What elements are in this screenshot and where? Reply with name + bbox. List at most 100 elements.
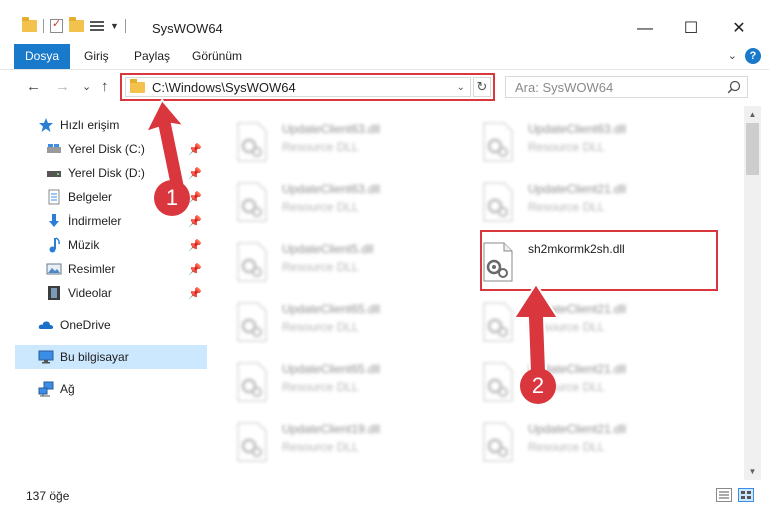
sidebar-item-this-pc[interactable]: Bu bilgisayar <box>15 345 207 369</box>
address-history-chevron-icon[interactable]: ⌄ <box>457 82 465 93</box>
tab-share[interactable]: Paylaş <box>122 44 182 69</box>
sidebar-item-label: Yerel Disk (D:) <box>68 166 145 180</box>
properties-icon[interactable] <box>50 17 63 33</box>
ribbon-expand-chevron-icon[interactable]: ⌄ <box>728 49 737 62</box>
dll-file-icon <box>483 362 513 402</box>
large-icons-view-icon[interactable] <box>738 488 754 502</box>
vertical-scrollbar[interactable]: ▲ ▼ <box>744 106 761 480</box>
forward-button[interactable]: → <box>55 78 70 95</box>
tab-view[interactable]: Görünüm <box>180 44 254 69</box>
toolbar-divider <box>124 19 126 33</box>
file-item[interactable]: UpdateClient63.dll Resource DLL <box>456 112 692 168</box>
dll-file-icon <box>483 302 513 342</box>
step-1-marker: 1 <box>154 180 190 216</box>
file-item[interactable]: UpdateClient21.dll Resource DLL <box>456 292 692 348</box>
file-type: Resource DLL <box>528 440 605 454</box>
downloads-icon <box>49 214 59 227</box>
drive-icon <box>47 144 61 153</box>
dll-file-icon <box>483 122 513 162</box>
sidebar-item-label: Belgeler <box>68 190 113 204</box>
search-placeholder: Ara: SysWOW64 <box>515 80 614 95</box>
recent-locations-chevron-icon[interactable]: ⌄ <box>82 80 91 93</box>
tab-file[interactable]: Dosya <box>14 44 70 69</box>
scroll-up-icon[interactable]: ▲ <box>744 106 761 123</box>
file-type: Resource DLL <box>282 320 359 334</box>
file-item[interactable]: UpdateClient19.dll Resource DLL <box>210 412 446 468</box>
sidebar-item-onedrive[interactable]: OneDrive <box>0 313 208 337</box>
maximize-button[interactable]: ☐ <box>668 14 714 44</box>
ribbon-tabs: Dosya Giriş Paylaş Görünüm ⌄ ? <box>0 44 769 70</box>
sidebar-item-label: Ağ <box>60 382 75 396</box>
file-item[interactable]: UpdateClient65.dll Resource DLL <box>210 292 446 348</box>
address-bar[interactable]: C:\Windows\SysWOW64 ⌄ <box>125 77 471 97</box>
tab-home[interactable]: Giriş <box>72 44 121 69</box>
new-folder-icon[interactable] <box>69 17 84 32</box>
sidebar-item-videos[interactable]: Videolar 📌 <box>0 281 208 305</box>
sidebar-item-network[interactable]: Ağ <box>0 377 208 401</box>
quick-access-toolbar: ▼ <box>22 17 126 33</box>
sidebar-item-quick-access[interactable]: Hızlı erişim <box>0 113 208 137</box>
sidebar-item-pictures[interactable]: Resimler 📌 <box>0 257 208 281</box>
up-button[interactable]: ↑ <box>101 78 109 95</box>
item-count: 137 öğe <box>26 489 70 503</box>
target-file-highlight <box>480 230 718 291</box>
file-type: Resource DLL <box>528 320 605 334</box>
dll-file-icon <box>237 362 267 402</box>
file-item[interactable]: UpdateClient65.dll Resource DLL <box>210 352 446 408</box>
address-path[interactable]: C:\Windows\SysWOW64 <box>152 80 457 95</box>
folder-icon <box>130 78 145 93</box>
file-type: Resource DLL <box>282 440 359 454</box>
sidebar-item-label: Yerel Disk (C:) <box>68 142 145 156</box>
sidebar-item-music[interactable]: Müzik 📌 <box>0 233 208 257</box>
pin-icon[interactable]: 📌 <box>188 167 202 180</box>
videos-icon <box>48 286 60 300</box>
file-item[interactable]: UpdateClient21.dll Resource DLL <box>456 172 692 228</box>
file-item[interactable]: UpdateClient21.dll Resource DLL <box>456 352 692 408</box>
refresh-button[interactable]: ↻ <box>473 77 491 97</box>
pin-icon[interactable]: 📌 <box>188 239 202 252</box>
window-title: SysWOW64 <box>152 21 223 36</box>
customize-toolbar-chevron-icon[interactable]: ▼ <box>110 21 119 31</box>
details-view-icon[interactable] <box>716 488 732 502</box>
file-list: UpdateClient63.dll Resource DLL UpdateCl… <box>210 106 744 480</box>
file-item[interactable]: UpdateClient63.dll Resource DLL <box>210 172 446 228</box>
pictures-icon <box>46 263 62 275</box>
dll-file-icon <box>237 122 267 162</box>
search-icon[interactable] <box>727 80 741 94</box>
search-input[interactable]: Ara: SysWOW64 <box>505 76 748 98</box>
pin-icon[interactable]: 📌 <box>188 215 202 228</box>
pin-icon[interactable]: 📌 <box>188 191 202 204</box>
sidebar-item-label: Resimler <box>68 262 116 276</box>
dll-file-icon <box>483 182 513 222</box>
navigation-pane: Hızlı erişim Yerel Disk (C:) 📌 Yerel Dis… <box>0 106 210 480</box>
sidebar-item-label: Müzik <box>68 238 100 252</box>
sidebar-item-local-disk-c[interactable]: Yerel Disk (C:) 📌 <box>0 137 208 161</box>
scroll-down-icon[interactable]: ▼ <box>744 463 761 480</box>
scrollbar-thumb[interactable] <box>746 123 759 175</box>
back-button[interactable]: ← <box>26 78 41 95</box>
toolbar-divider <box>43 19 44 33</box>
pin-icon[interactable]: 📌 <box>188 287 202 300</box>
navigation-bar: ← → ⌄ ↑ C:\Windows\SysWOW64 ⌄ ↻ Ara: Sys… <box>0 70 769 106</box>
file-name: UpdateClient63.dll <box>528 122 627 136</box>
file-item[interactable]: UpdateClient21.dll Resource DLL <box>456 412 692 468</box>
file-type: Resource DLL <box>282 200 359 214</box>
view-options-icon[interactable] <box>90 20 104 32</box>
documents-icon <box>48 189 60 205</box>
dll-file-icon <box>237 242 267 282</box>
music-icon <box>49 237 60 253</box>
close-button[interactable]: ✕ <box>716 14 762 44</box>
file-item[interactable]: UpdateClient5.dll Resource DLL <box>210 232 446 288</box>
file-name: UpdateClient5.dll <box>282 242 374 256</box>
file-name: UpdateClient21.dll <box>528 182 627 196</box>
help-icon[interactable]: ? <box>745 48 761 64</box>
dll-file-icon <box>483 422 513 462</box>
minimize-button[interactable]: — <box>622 14 668 44</box>
file-name: UpdateClient63.dll <box>282 182 381 196</box>
folder-icon[interactable] <box>22 17 37 32</box>
pin-icon[interactable]: 📌 <box>188 263 202 276</box>
file-type: Resource DLL <box>528 140 605 154</box>
pin-icon[interactable]: 📌 <box>188 143 202 156</box>
file-type: Resource DLL <box>282 260 359 274</box>
file-item[interactable]: UpdateClient63.dll Resource DLL <box>210 112 446 168</box>
